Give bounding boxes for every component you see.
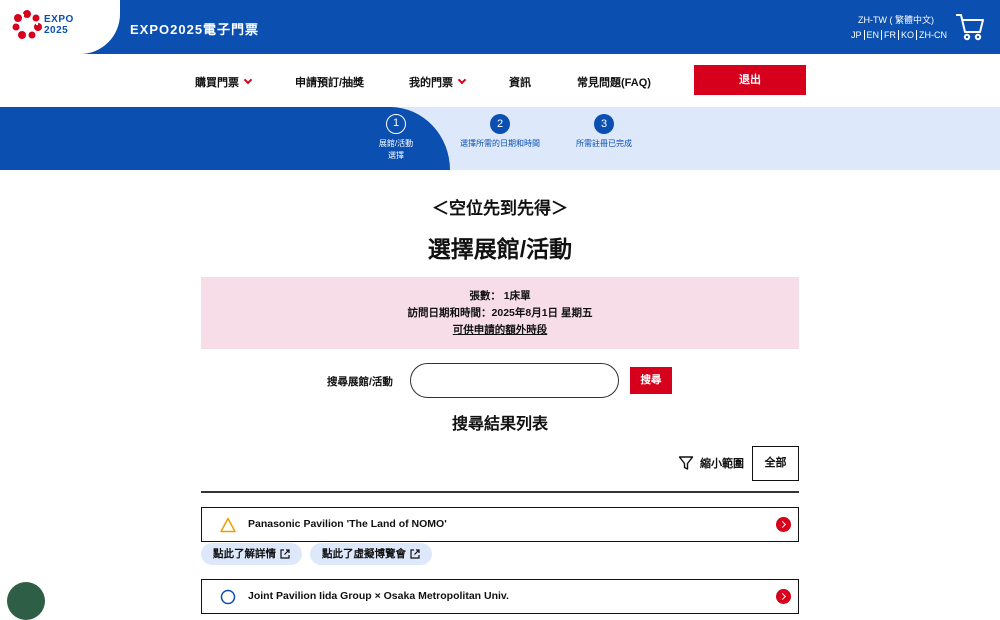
nav-my-tickets[interactable]: 我的門票 — [409, 74, 467, 90]
step-1: 1 展館/活動 選擇 — [370, 114, 422, 162]
logout-button[interactable]: 退出 — [694, 65, 806, 95]
lang-option-en[interactable]: EN — [865, 30, 883, 40]
step-1-number: 1 — [386, 114, 406, 134]
top-header: EXPO 2025 EXPO2025電子門票 ZH-TW ( 繁體中文) JP … — [0, 0, 1000, 54]
lang-option-zh-cn[interactable]: ZH-CN — [917, 30, 949, 40]
result-name: Joint Pavilion Iida Group × Osaka Metrop… — [248, 590, 509, 602]
lang-option-fr[interactable]: FR — [882, 30, 900, 40]
ticket-count: 張數： 1床單 — [469, 290, 531, 302]
nav-info[interactable]: 資訊 — [509, 74, 531, 90]
chat-support-icon[interactable] — [7, 582, 45, 620]
availability-circle-icon — [220, 589, 236, 605]
result-item[interactable]: Joint Pavilion Iida Group × Osaka Metrop… — [201, 579, 799, 614]
results-divider — [201, 491, 799, 493]
availability-triangle-icon — [220, 517, 236, 533]
nav-buy-tickets[interactable]: 購買門票 — [195, 74, 253, 90]
step-2-number: 2 — [490, 114, 510, 134]
result-item[interactable]: Panasonic Pavilion 'The Land of NOMO' — [201, 507, 799, 542]
results-heading: 搜尋結果列表 — [451, 416, 548, 433]
step-3-label: 所需註冊已完成 — [576, 139, 632, 148]
nav-faq[interactable]: 常見問題(FAQ) — [577, 74, 651, 90]
expo-logo[interactable]: EXPO 2025 — [0, 0, 120, 54]
chevron-right-icon[interactable] — [776, 589, 791, 604]
nav-faq-label: 常見問題(FAQ) — [577, 77, 651, 89]
filter-all-button[interactable]: 全部 — [752, 446, 799, 481]
cart-icon[interactable] — [954, 12, 986, 42]
expo-logo-icon — [12, 10, 42, 39]
progress-steps: 1 展館/活動 選擇 2 選擇所需的日期和時間 3 所需註冊已完成 — [0, 107, 1000, 170]
nav-buy-tickets-label: 購買門票 — [195, 77, 239, 89]
chevron-down-icon — [243, 75, 253, 85]
search-input[interactable] — [410, 363, 619, 398]
chevron-down-icon — [457, 75, 467, 85]
step-3-number: 3 — [594, 114, 614, 134]
extra-slots-link[interactable]: 可供申請的額外時段 — [201, 322, 799, 339]
step-1-label-line1: 展館/活動 — [378, 139, 414, 148]
search-label: 搜尋展館/活動 — [327, 376, 393, 388]
step-1-label-line2: 選擇 — [388, 151, 404, 160]
main-nav: 購買門票 申請預訂/抽獎 我的門票 資訊 常見問題(FAQ) 退出 — [0, 54, 1000, 107]
logo-wordmark: EXPO 2025 — [44, 14, 74, 36]
nav-reservation[interactable]: 申請預訂/抽獎 — [295, 74, 364, 90]
nav-info-label: 資訊 — [509, 77, 531, 89]
filter-icon — [678, 456, 694, 470]
nav-reservation-label: 申請預訂/抽獎 — [295, 77, 365, 89]
filter-button[interactable]: 縮小範圍 — [678, 455, 744, 471]
logo-text-top: EXPO — [44, 14, 74, 25]
site-title: EXPO2025電子門票 — [130, 22, 260, 37]
nav-my-tickets-label: 我的門票 — [409, 77, 453, 89]
details-link-label: 點此了解詳情 — [213, 548, 276, 560]
step-2-label: 選擇所需的日期和時間 — [460, 139, 540, 148]
external-link-icon — [410, 549, 420, 559]
language-current[interactable]: ZH-TW ( 繁體中文) — [858, 13, 934, 26]
language-switcher: JP EN FR KO ZH-CN — [849, 30, 949, 40]
search-button[interactable]: 搜尋 — [630, 367, 672, 394]
page-subtitle: ＜空位先到先得＞ — [432, 199, 568, 218]
page-title: 選擇展館/活動 — [427, 236, 573, 262]
filter-label: 縮小範圍 — [700, 458, 744, 470]
virtual-expo-link-label: 點此了虛擬博覽會 — [322, 548, 406, 560]
lang-option-ko[interactable]: KO — [899, 30, 918, 40]
virtual-expo-link[interactable]: 點此了虛擬博覽會 — [310, 543, 432, 565]
booking-info-box: 張數： 1床單 訪問日期和時間：2025年8月1日 星期五 可供申請的額外時段 — [201, 277, 799, 349]
result-name: Panasonic Pavilion 'The Land of NOMO' — [248, 518, 447, 530]
chevron-right-icon[interactable] — [776, 517, 791, 532]
external-link-icon — [280, 549, 290, 559]
logo-text-bottom: 2025 — [44, 25, 69, 36]
step-2: 2 選擇所需的日期和時間 — [455, 114, 545, 150]
lang-option-jp[interactable]: JP — [849, 30, 865, 40]
step-3: 3 所需註冊已完成 — [569, 114, 639, 150]
visit-date: 訪問日期和時間：2025年8月1日 星期五 — [407, 307, 593, 319]
details-link[interactable]: 點此了解詳情 — [201, 543, 302, 565]
